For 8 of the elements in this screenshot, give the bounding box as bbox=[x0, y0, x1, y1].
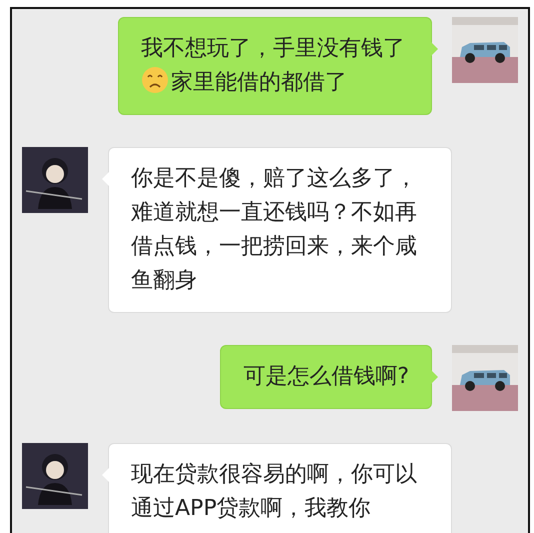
message-text: 现在贷款很容易的啊，你可以通过APP贷款啊，我教你 bbox=[131, 462, 417, 521]
sad-face-icon bbox=[141, 66, 169, 94]
message-text: 你是不是傻，赔了这么多了，难道就想一直还钱吗？不如再借点钱，一把捞回来，来个咸鱼翻身 bbox=[131, 166, 417, 293]
message-text: 家里能借的都借了 bbox=[171, 70, 347, 95]
message-text: 我不想玩了，手里没有钱了 bbox=[141, 36, 405, 61]
person-avatar bbox=[22, 443, 88, 509]
person-avatar bbox=[22, 147, 88, 213]
message-text: 可是怎么借钱啊? bbox=[243, 364, 409, 389]
